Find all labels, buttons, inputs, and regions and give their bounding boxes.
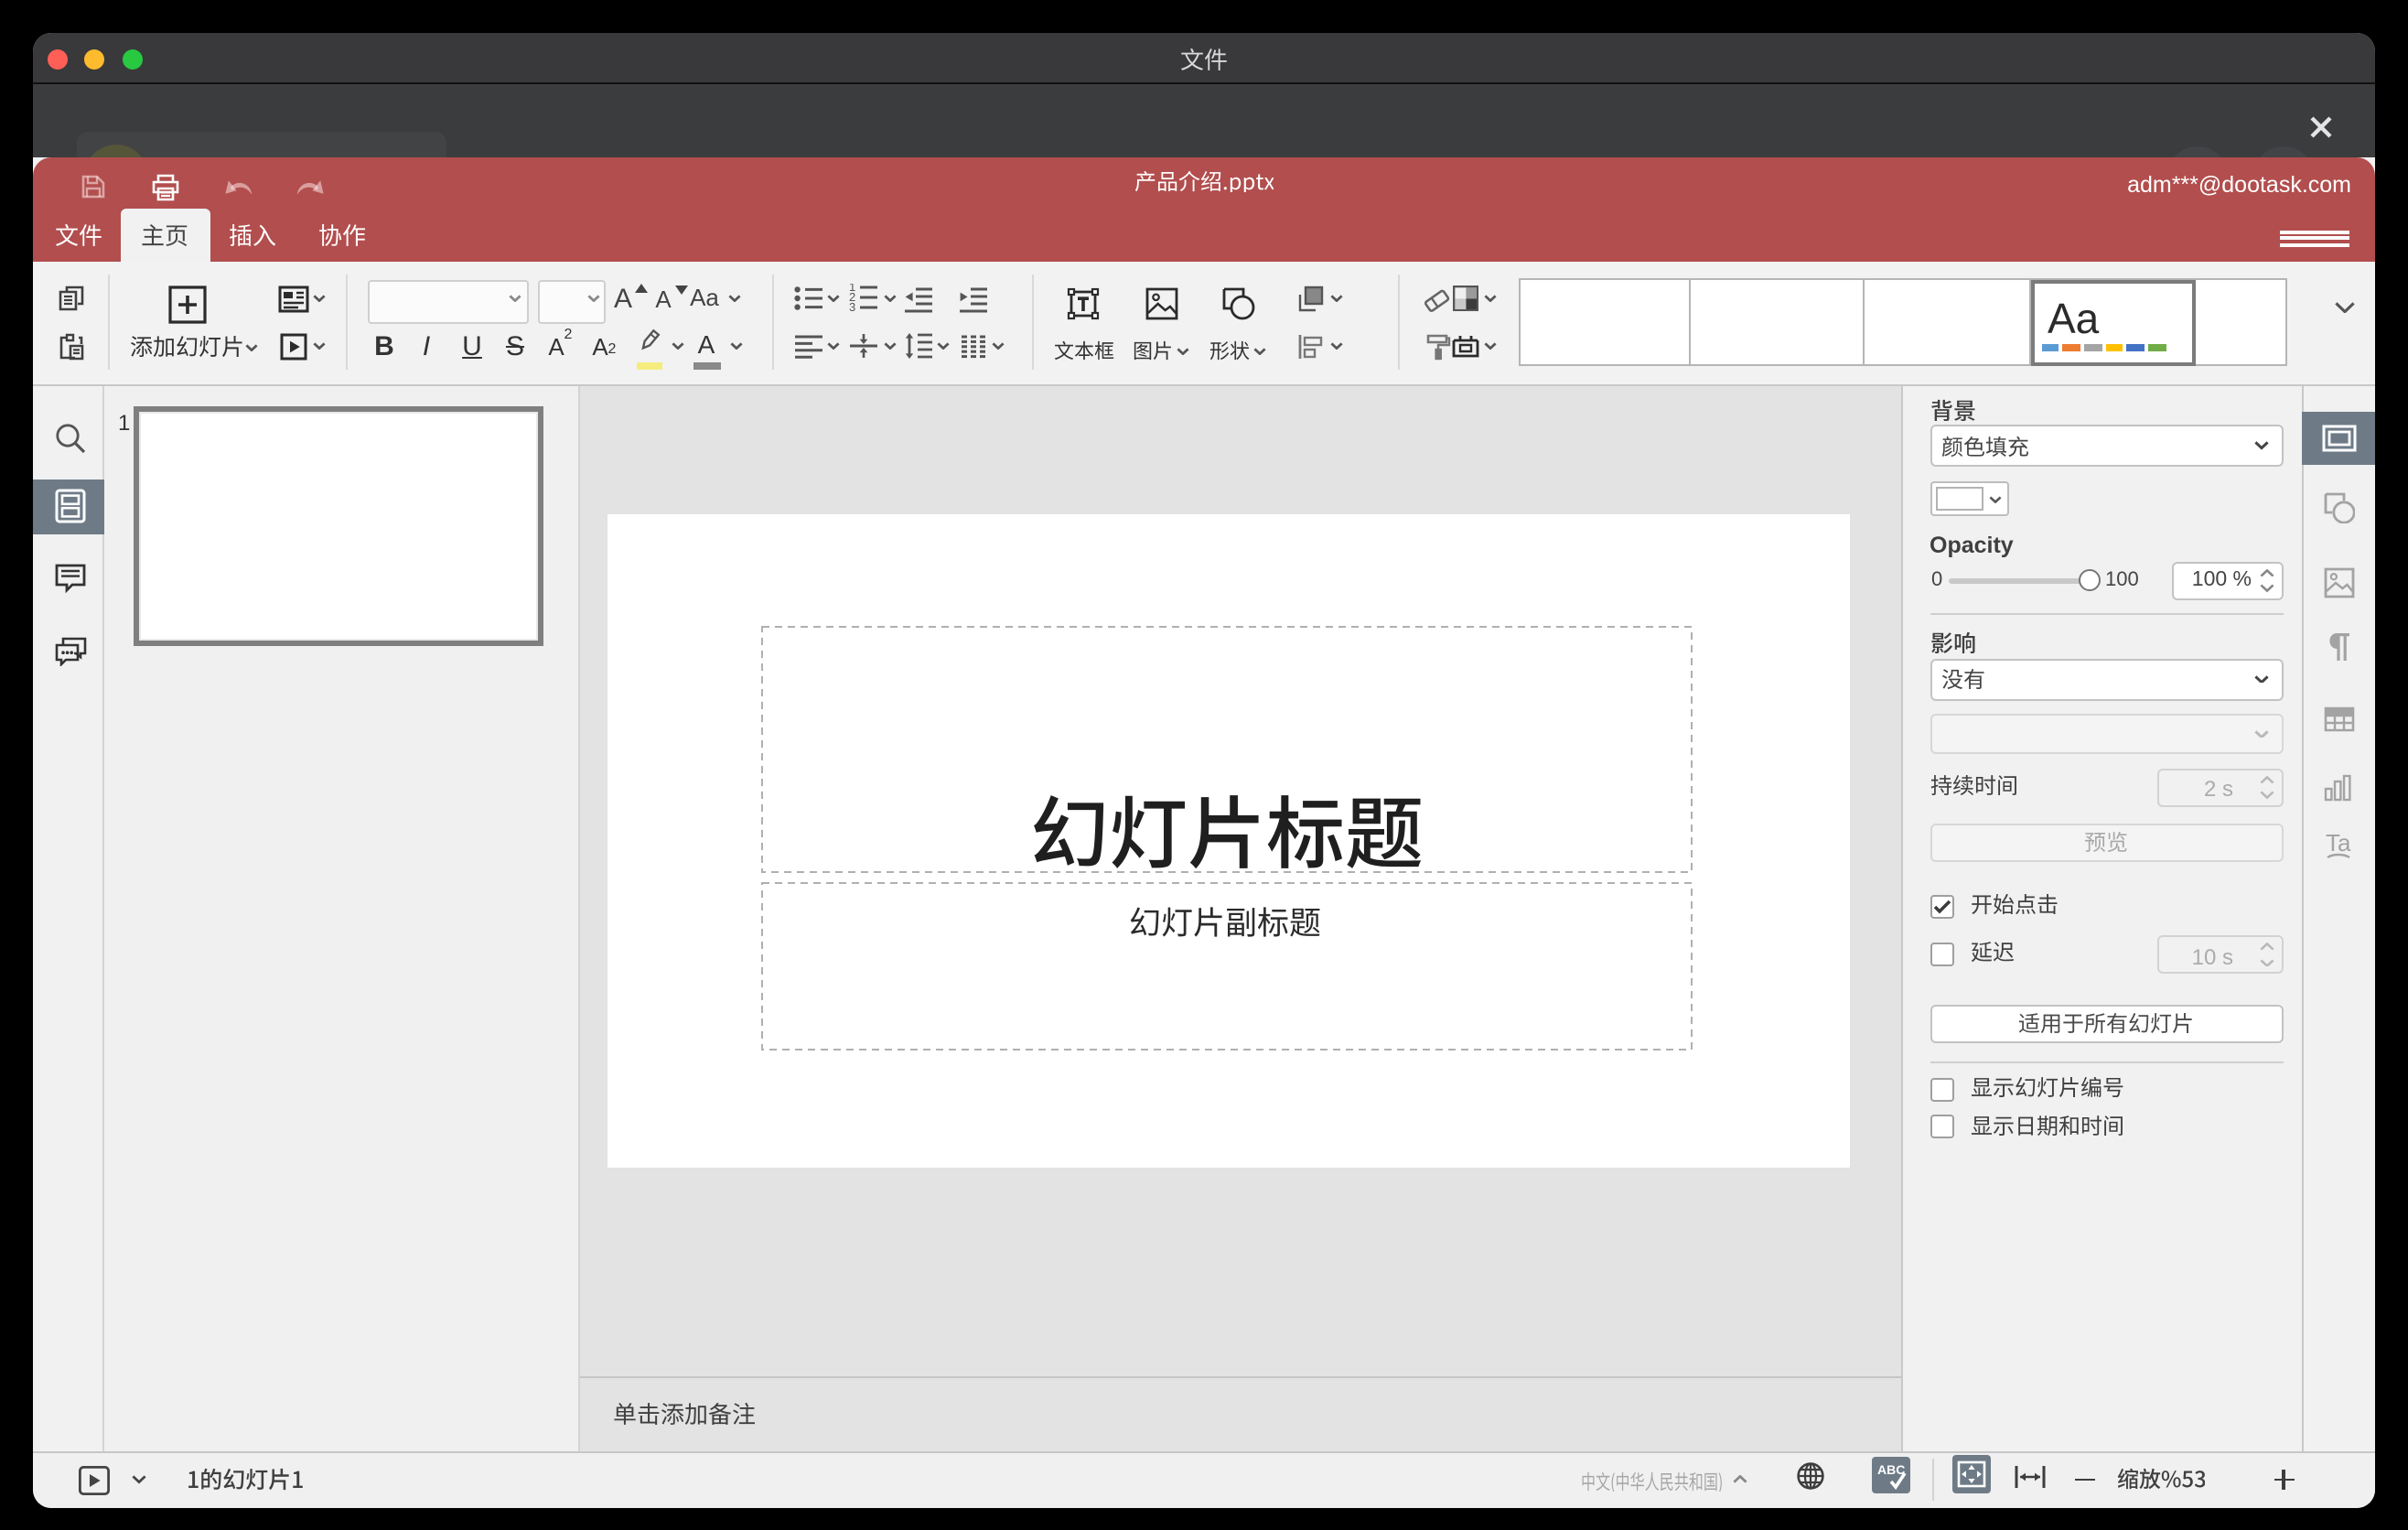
svg-text:Ta: Ta [2325, 830, 2350, 856]
svg-text:ABC: ABC [1876, 1461, 1904, 1476]
svg-text:3: 3 [848, 300, 855, 313]
